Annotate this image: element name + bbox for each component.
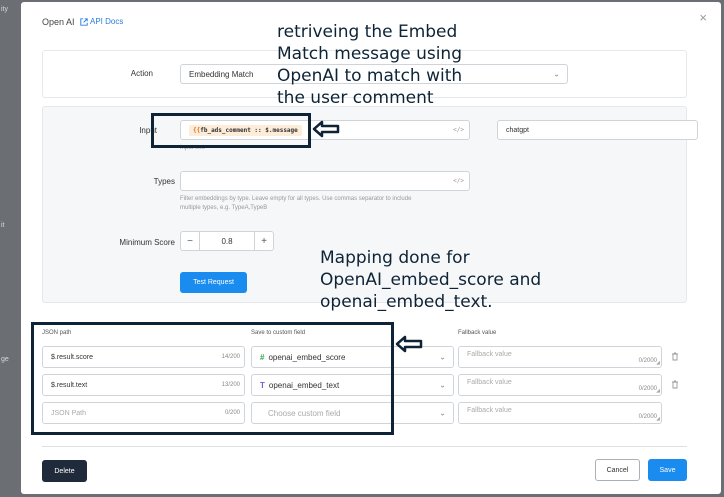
char-counter: 0/2000	[638, 386, 657, 392]
modal-title: Open AI	[42, 17, 75, 27]
resize-handle-icon[interactable]: ◢	[656, 360, 660, 366]
input-side-field[interactable]: chatgpt	[497, 120, 698, 140]
test-request-button[interactable]: Test Request	[180, 272, 247, 293]
delete-button[interactable]: Delete	[42, 460, 87, 482]
save-button[interactable]: Save	[648, 459, 687, 481]
fallback-value-textarea[interactable]: Fallback value 0/2000 ◢	[458, 346, 662, 368]
decrement-button[interactable]: −	[181, 236, 199, 247]
bg-fragment: ge	[1, 356, 9, 363]
bg-fragment: it	[1, 222, 5, 229]
char-counter: 0/2000	[638, 414, 657, 420]
api-docs-link[interactable]: API Docs	[80, 17, 123, 26]
code-icon[interactable]: </>	[453, 127, 464, 134]
fallback-value-textarea[interactable]: Fallback value 0/2000 ◢	[458, 402, 662, 424]
types-label: Types	[153, 177, 175, 186]
annotation-text-middle: Mapping done for OpenAI_embed_score and …	[320, 248, 542, 312]
action-select-value: Embedding Match	[189, 69, 254, 79]
fallback-value-textarea[interactable]: Fallback value 0/2000 ◢	[458, 374, 662, 396]
footer-divider	[42, 446, 687, 447]
minimum-score-value[interactable]: 0.8	[199, 232, 255, 250]
bg-fragment: ity	[1, 6, 8, 13]
trash-icon[interactable]	[671, 352, 679, 363]
resize-handle-icon[interactable]: ◢	[656, 416, 660, 422]
resize-handle-icon[interactable]: ◢	[656, 388, 660, 394]
minimum-score-label: Minimum Score	[119, 238, 175, 247]
chevron-down-icon: ⌄	[439, 352, 446, 362]
types-field[interactable]: </>	[180, 171, 470, 191]
chevron-down-icon: ⌄	[439, 408, 446, 418]
types-helper-line-1: Filter embeddings by type. Leave empty f…	[180, 196, 412, 202]
types-helper-line-2: multiple types, e.g. TypeA,TypeB	[180, 205, 268, 211]
minimum-score-stepper[interactable]: − 0.8 +	[180, 231, 274, 251]
annotation-arrow-left-icon	[312, 120, 340, 138]
trash-icon[interactable]	[671, 380, 679, 391]
annotation-arrow-left-icon	[395, 335, 423, 353]
api-docs-label: API Docs	[90, 17, 124, 26]
increment-button[interactable]: +	[255, 236, 273, 247]
external-link-icon	[80, 17, 88, 26]
cancel-button[interactable]: Cancel	[595, 459, 640, 481]
annotation-text-top: retriveing the Embed Match message using…	[277, 22, 463, 108]
annotation-box-input	[151, 113, 311, 148]
close-icon[interactable]: ×	[699, 11, 707, 24]
chevron-down-icon: ⌄	[553, 69, 560, 79]
action-label: Action	[130, 69, 153, 78]
annotation-box-mapping	[31, 322, 394, 435]
chevron-down-icon: ⌄	[439, 380, 446, 390]
fallback-header: Fallback value	[458, 330, 497, 336]
code-icon[interactable]: </>	[453, 178, 464, 185]
char-counter: 0/2000	[638, 358, 657, 364]
input-label: Input	[139, 126, 157, 135]
